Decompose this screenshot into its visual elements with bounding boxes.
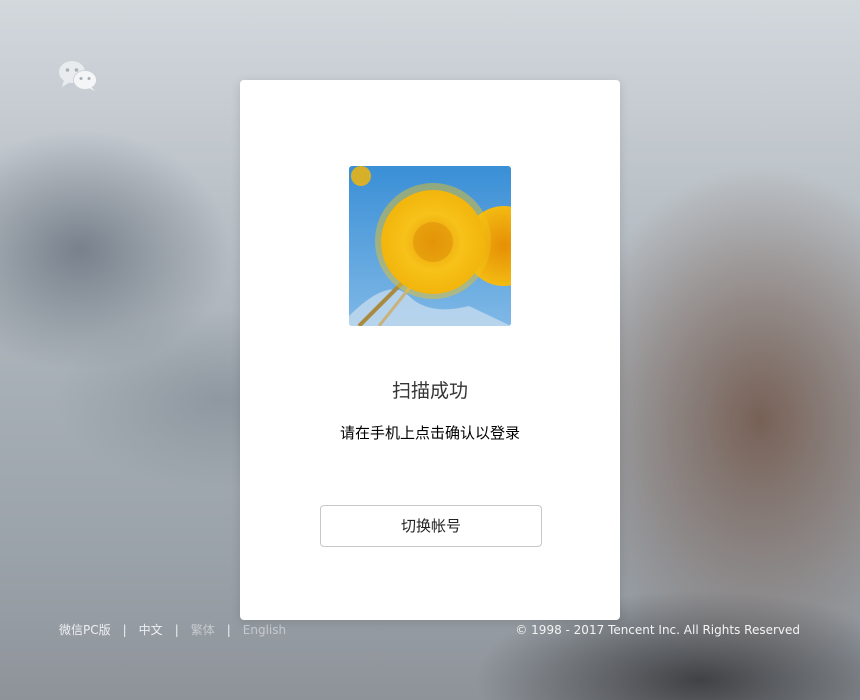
footer-link-wechat-pc[interactable]: 微信PC版 [59,621,111,638]
scan-success-title: 扫描成功 [391,380,468,402]
copyright-notice: © 1998 - 2017 Tencent Inc. All Rights Re… [515,623,800,637]
switch-account-button[interactable]: 切换帐号 [320,505,542,547]
footer-link-english[interactable]: English [243,623,286,637]
footer-separator: | [122,623,127,637]
footer-separator: | [226,623,231,637]
login-card: 扫描成功 请在手机上点击确认以登录 切换帐号 [240,80,620,620]
footer-link-chinese-simplified[interactable]: 中文 [139,621,163,638]
footer-link-chinese-traditional[interactable]: 繁体 [191,621,215,638]
footer-separator: | [174,623,179,637]
footer-links: 微信PC版 | 中文 | 繁体 | English [59,621,286,638]
wechat-logo-icon [58,60,98,92]
confirm-on-phone-hint: 请在手机上点击确认以登录 [339,424,520,442]
avatar [349,166,511,326]
